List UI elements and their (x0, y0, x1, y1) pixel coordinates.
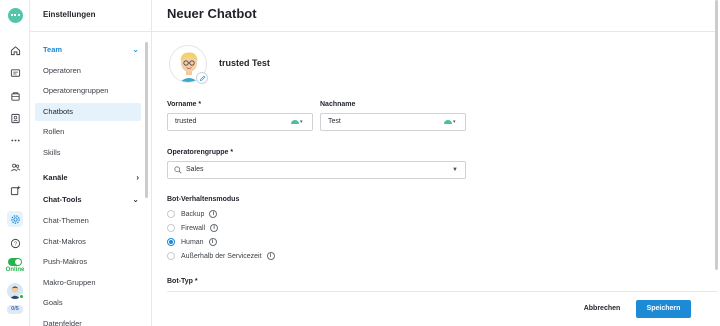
nachname-field[interactable]: Test ▾ (320, 113, 466, 131)
chevron-down-icon: ▼ (452, 167, 458, 173)
radio-button-selected[interactable] (167, 238, 175, 246)
chat-icon[interactable] (7, 65, 23, 81)
radio-button[interactable] (167, 210, 175, 218)
online-toggle[interactable] (8, 258, 22, 266)
sidebar-item-operatorengruppen[interactable]: Operatorengruppen (35, 82, 141, 100)
vorname-value: trusted (175, 118, 197, 125)
mode-option-label: Backup (181, 210, 205, 218)
sidebar-item-rollen[interactable]: Rollen (35, 123, 141, 141)
sidebar-item-push-makros[interactable]: Push-Makros (35, 253, 141, 271)
info-icon[interactable]: i (208, 238, 217, 246)
more-icon[interactable] (7, 132, 23, 148)
chevron-down-icon: ⌄ (132, 195, 139, 204)
vorname-field[interactable]: trusted ▾ (167, 113, 313, 131)
sidebar-item-chat-makros[interactable]: Chat-Makros (35, 233, 141, 251)
sidebar-item-datenfelder[interactable]: Datenfelder (35, 315, 141, 326)
sidebar-group-label: Team (43, 45, 63, 54)
svg-text:?: ? (13, 241, 16, 247)
operatorengruppe-label: Operatorengruppe * (167, 149, 234, 156)
operatorengruppe-select[interactable]: Sales ▼ (167, 161, 466, 179)
help-icon[interactable]: ? (7, 235, 23, 251)
bot-type-label: Bot-Typ * (167, 278, 198, 285)
sidebar-item-chat-themen[interactable]: Chat-Themen (35, 212, 141, 230)
home-icon[interactable] (7, 42, 23, 58)
radio-button[interactable] (167, 252, 175, 260)
online-status-label: Online (5, 267, 25, 273)
mode-option-ausserhalb[interactable]: Außerhalb der Servicezeit i (167, 250, 275, 262)
bot-mode-label: Bot-Verhaltensmodus (167, 196, 240, 203)
info-icon[interactable]: i (209, 210, 218, 218)
mode-option-label: Firewall (181, 224, 206, 232)
info-icon[interactable]: i (210, 224, 219, 232)
team-icon[interactable] (7, 159, 23, 175)
chevron-right-icon: › (136, 173, 139, 182)
sidebar-group-team[interactable]: Team ⌄ (43, 43, 143, 57)
sidebar-item-goals[interactable]: Goals (35, 294, 141, 312)
sidebar-divider (30, 31, 152, 32)
presence-dot (19, 294, 24, 299)
mode-option-backup[interactable]: Backup i (167, 208, 218, 220)
emoji-picker-icon[interactable]: ▾ (444, 117, 461, 127)
mode-option-human[interactable]: Human i (167, 236, 217, 248)
radio-button[interactable] (167, 224, 175, 232)
main-content: Neuer Chatbot trusted Test Vorname * tru… (152, 0, 718, 326)
nachname-label: Nachname (320, 101, 356, 108)
cancel-button[interactable]: Abbrechen (576, 300, 628, 318)
edit-avatar-button[interactable] (196, 72, 208, 84)
mode-option-firewall[interactable]: Firewall i (167, 222, 219, 234)
settings-icon[interactable] (7, 211, 23, 227)
nachname-value: Test (328, 118, 341, 125)
main-scrollbar[interactable] (715, 0, 718, 270)
vorname-label: Vorname * (167, 101, 202, 108)
sidebar-title: Einstellungen (43, 10, 96, 19)
chat-capacity-badge: 0/5 (7, 305, 23, 314)
info-icon[interactable]: i (266, 252, 275, 260)
contacts-icon[interactable] (7, 110, 23, 126)
mode-option-label: Außerhalb der Servicezeit (181, 252, 262, 260)
operatorengruppe-value: Sales (186, 166, 204, 173)
mode-option-label: Human (181, 238, 204, 246)
logo-icon[interactable] (8, 8, 23, 23)
sidebar-item-makro-gruppen[interactable]: Makro-Gruppen (35, 274, 141, 292)
settings-sidebar: Einstellungen Team ⌄ Operatoren Operator… (30, 0, 152, 326)
search-icon (174, 165, 182, 181)
sidebar-group-chat-tools[interactable]: Chat-Tools ⌄ (43, 193, 143, 207)
sidebar-item-chatbots[interactable]: Chatbots (35, 103, 141, 121)
sidebar-item-skills[interactable]: Skills (35, 144, 141, 162)
save-button[interactable]: Speichern (636, 300, 691, 318)
chevron-down-icon: ⌄ (132, 45, 139, 54)
inbox-icon[interactable] (7, 88, 23, 104)
sidebar-scrollbar[interactable] (145, 42, 148, 198)
footer-divider (167, 291, 718, 292)
sidebar-group-label: Kanäle (43, 173, 68, 182)
pencil-icon (199, 75, 205, 81)
emoji-picker-icon[interactable]: ▾ (291, 117, 308, 127)
page-title: Neuer Chatbot (167, 6, 257, 21)
sidebar-group-label: Chat-Tools (43, 195, 82, 204)
icon-rail: ? Online 0/5 (0, 0, 30, 326)
bot-display-name: trusted Test (219, 58, 270, 68)
header-divider (152, 31, 718, 32)
sidebar-item-operatoren[interactable]: Operatoren (35, 62, 141, 80)
sidebar-group-kanaele[interactable]: Kanäle › (43, 171, 143, 185)
add-channel-icon[interactable] (7, 182, 23, 198)
